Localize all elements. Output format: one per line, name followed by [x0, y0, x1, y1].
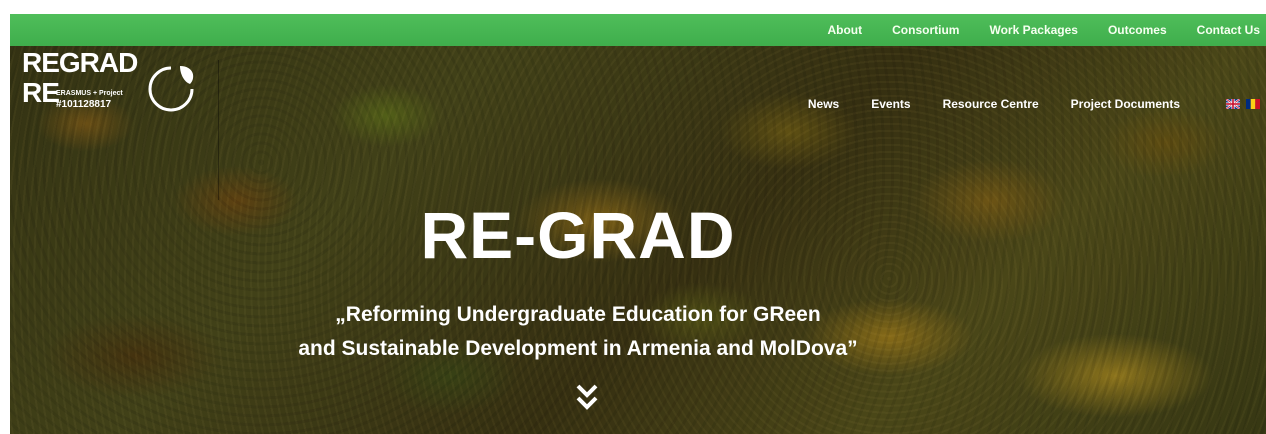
top-nav-work-packages[interactable]: Work Packages — [989, 23, 1078, 37]
top-nav-outcomes[interactable]: Outcomes — [1108, 23, 1167, 37]
logo-project-id: #101128817 — [56, 99, 112, 110]
hero-subtitle-line2: and Sustainable Development in Armenia a… — [298, 337, 858, 360]
logo-wordmark: REGRAD — [22, 47, 138, 78]
english-flag-icon[interactable] — [1226, 99, 1240, 109]
nav-resource-centre[interactable]: Resource Centre — [943, 97, 1039, 111]
page-frame: About Consortium Work Packages Outcomes … — [10, 14, 1266, 434]
double-chevron-down-icon[interactable] — [575, 382, 599, 416]
main-nav: News Events Resource Centre Project Docu… — [776, 97, 1260, 111]
nav-events[interactable]: Events — [871, 97, 910, 111]
top-nav: About Consortium Work Packages Outcomes … — [797, 14, 1260, 46]
logo-program: ERASMUS + Project — [56, 90, 123, 97]
language-switcher — [1220, 99, 1260, 109]
top-bar: About Consortium Work Packages Outcomes … — [10, 14, 1266, 46]
site-logo[interactable]: REGRAD RE ERASMUS + Project #101128817 — [22, 48, 202, 126]
top-nav-consortium[interactable]: Consortium — [892, 23, 959, 37]
hero-subtitle: „Reforming Undergraduate Education for G… — [10, 298, 1206, 366]
logo-re-bottom: RE — [22, 77, 60, 108]
nav-news[interactable]: News — [808, 97, 839, 111]
leaf-circle-icon — [148, 66, 194, 112]
hero-title: RE-GRAD — [420, 198, 736, 272]
top-nav-about[interactable]: About — [827, 23, 862, 37]
divider — [218, 60, 219, 200]
romanian-flag-icon[interactable] — [1246, 99, 1260, 109]
hero-subtitle-line1: „Reforming Undergraduate Education for G… — [335, 303, 821, 326]
top-nav-contact-us[interactable]: Contact Us — [1197, 23, 1260, 37]
nav-project-documents[interactable]: Project Documents — [1071, 97, 1180, 111]
